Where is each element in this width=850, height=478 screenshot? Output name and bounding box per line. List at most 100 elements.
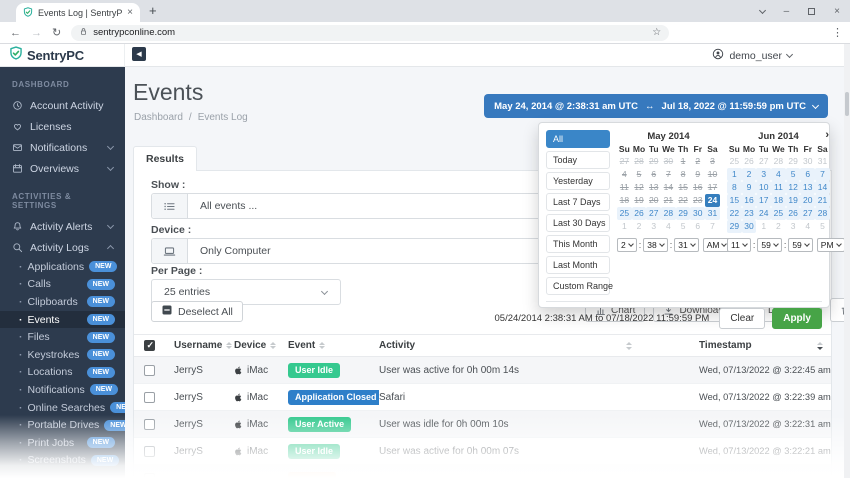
preset-today[interactable]: Today: [546, 151, 610, 169]
calendar-day[interactable]: 19: [786, 194, 801, 207]
calendar-day[interactable]: 13: [800, 181, 815, 194]
user-menu[interactable]: demo_user: [712, 44, 792, 67]
browser-tab[interactable]: Events Log | SentryPC ×: [16, 3, 140, 22]
calendar-day[interactable]: 20: [646, 194, 661, 207]
calendar-day[interactable]: 16: [742, 194, 757, 207]
preset-this-month[interactable]: This Month: [546, 235, 610, 253]
end-hour-select[interactable]: 11: [727, 238, 751, 252]
row-checkbox[interactable]: [144, 446, 155, 457]
calendar-day[interactable]: 2: [771, 220, 786, 233]
calendar-day[interactable]: 6: [690, 220, 705, 233]
clear-button[interactable]: Clear: [719, 308, 765, 329]
col-username[interactable]: Username: [174, 340, 234, 351]
calendar-day[interactable]: 17: [756, 194, 771, 207]
calendar-day[interactable]: 3: [705, 155, 720, 168]
tab-results[interactable]: Results: [133, 146, 197, 171]
calendar-day[interactable]: 3: [646, 220, 661, 233]
calendar-day[interactable]: 7: [661, 168, 676, 181]
calendar-day[interactable]: 29: [786, 155, 801, 168]
calendar-day[interactable]: 2: [690, 155, 705, 168]
calendar-day[interactable]: 4: [771, 168, 786, 181]
calendar-day[interactable]: 28: [771, 155, 786, 168]
sidebar-item-licenses[interactable]: Licenses: [0, 116, 125, 137]
sidebar-subitem-files[interactable]: ·FilesNEW: [0, 328, 125, 346]
calendar-day[interactable]: 12: [632, 181, 647, 194]
calendar-day[interactable]: 26: [786, 207, 801, 220]
sidebar-subitem-print-jobs[interactable]: ·Print JobsNEW: [0, 434, 125, 452]
calendar-day[interactable]: 28: [632, 155, 647, 168]
calendar-day[interactable]: 25: [617, 207, 632, 220]
row-checkbox[interactable]: [144, 419, 155, 430]
calendar-day[interactable]: 27: [756, 155, 771, 168]
calendar-day[interactable]: 25: [727, 155, 742, 168]
calendar-day[interactable]: 24: [756, 207, 771, 220]
calendar-day[interactable]: 29: [676, 207, 691, 220]
calendar-day[interactable]: 30: [742, 220, 757, 233]
calendar-day[interactable]: 5: [786, 168, 801, 181]
start-minute-select[interactable]: 38: [643, 238, 667, 252]
close-icon[interactable]: ×: [834, 6, 840, 17]
start-second-select[interactable]: 31: [674, 238, 698, 252]
calendar-day[interactable]: 28: [815, 207, 830, 220]
calendar-day[interactable]: 28: [661, 207, 676, 220]
deselect-all-button[interactable]: Deselect All: [151, 301, 243, 322]
forward-icon[interactable]: →: [31, 27, 42, 39]
calendar-day[interactable]: 10: [705, 168, 720, 181]
calendar-day[interactable]: 23: [690, 194, 705, 207]
calendar-day[interactable]: 7: [815, 168, 830, 181]
calendar-day[interactable]: 1: [676, 155, 691, 168]
sidebar-subitem-keystrokes[interactable]: ·KeystrokesNEW: [0, 346, 125, 364]
calendar-day[interactable]: 9: [690, 168, 705, 181]
calendar-day[interactable]: 3: [756, 168, 771, 181]
sidebar-subitem-notifications[interactable]: ·NotificationsNEW: [0, 381, 125, 399]
calendar-day[interactable]: 25: [771, 207, 786, 220]
calendar-day[interactable]: 1: [617, 220, 632, 233]
calendar-day[interactable]: 18: [617, 194, 632, 207]
calendar-day[interactable]: 30: [800, 155, 815, 168]
calendar-day[interactable]: 26: [742, 155, 757, 168]
calendar-day[interactable]: 29: [727, 220, 742, 233]
scrollbar-thumb[interactable]: [845, 92, 849, 116]
sidebar-subitem-events[interactable]: ·EventsNEW: [0, 311, 125, 329]
new-tab-button[interactable]: +: [149, 3, 157, 18]
browser-menu-icon[interactable]: ⋮: [832, 26, 843, 39]
tab-close-icon[interactable]: ×: [127, 8, 133, 18]
preset-yesterday[interactable]: Yesterday: [546, 172, 610, 190]
calendar-day[interactable]: 11: [771, 181, 786, 194]
calendar-day[interactable]: 26: [632, 207, 647, 220]
calendar-day[interactable]: 20: [800, 194, 815, 207]
calendar-day[interactable]: 11: [617, 181, 632, 194]
calendar-next-icon[interactable]: ›: [825, 129, 829, 142]
col-timestamp[interactable]: Timestamp: [699, 340, 833, 351]
sidebar-subitem-calls[interactable]: ·CallsNEW: [0, 276, 125, 294]
calendar-day[interactable]: 4: [617, 168, 632, 181]
col-device[interactable]: Device: [234, 340, 288, 351]
calendar-day[interactable]: 29: [646, 155, 661, 168]
calendar-day[interactable]: 15: [676, 181, 691, 194]
calendar-day[interactable]: 13: [646, 181, 661, 194]
preset-custom-range[interactable]: Custom Range: [546, 277, 610, 295]
calendar-day[interactable]: 9: [742, 181, 757, 194]
calendar-day[interactable]: 8: [727, 181, 742, 194]
sidebar-item-notifications[interactable]: Notifications: [0, 137, 125, 158]
sidebar-subitem-locations[interactable]: ·LocationsNEW: [0, 364, 125, 382]
calendar-day[interactable]: 2: [632, 220, 647, 233]
table-row[interactable]: [134, 465, 831, 478]
calendar-day[interactable]: 5: [815, 220, 830, 233]
calendar-day[interactable]: 1: [727, 168, 742, 181]
preset-last-30-days[interactable]: Last 30 Days: [546, 214, 610, 232]
sort-icon[interactable]: [319, 342, 325, 350]
row-checkbox[interactable]: [144, 392, 155, 403]
calendar-day[interactable]: 1: [756, 220, 771, 233]
calendar-day[interactable]: 5: [676, 220, 691, 233]
minimize-icon[interactable]: –: [784, 6, 790, 17]
sidebar-item-activity-logs[interactable]: Activity Logs: [0, 237, 125, 258]
sidebar-item-overviews[interactable]: Overviews: [0, 158, 125, 179]
tab-search-icon[interactable]: [760, 10, 765, 13]
sort-icon[interactable]: [270, 342, 276, 350]
calendar-day[interactable]: 4: [661, 220, 676, 233]
sidebar-item-activity-alerts[interactable]: Activity Alerts: [0, 216, 125, 237]
row-checkbox[interactable]: [144, 473, 155, 478]
calendar-day[interactable]: 8: [676, 168, 691, 181]
calendar-day[interactable]: 31: [815, 155, 830, 168]
